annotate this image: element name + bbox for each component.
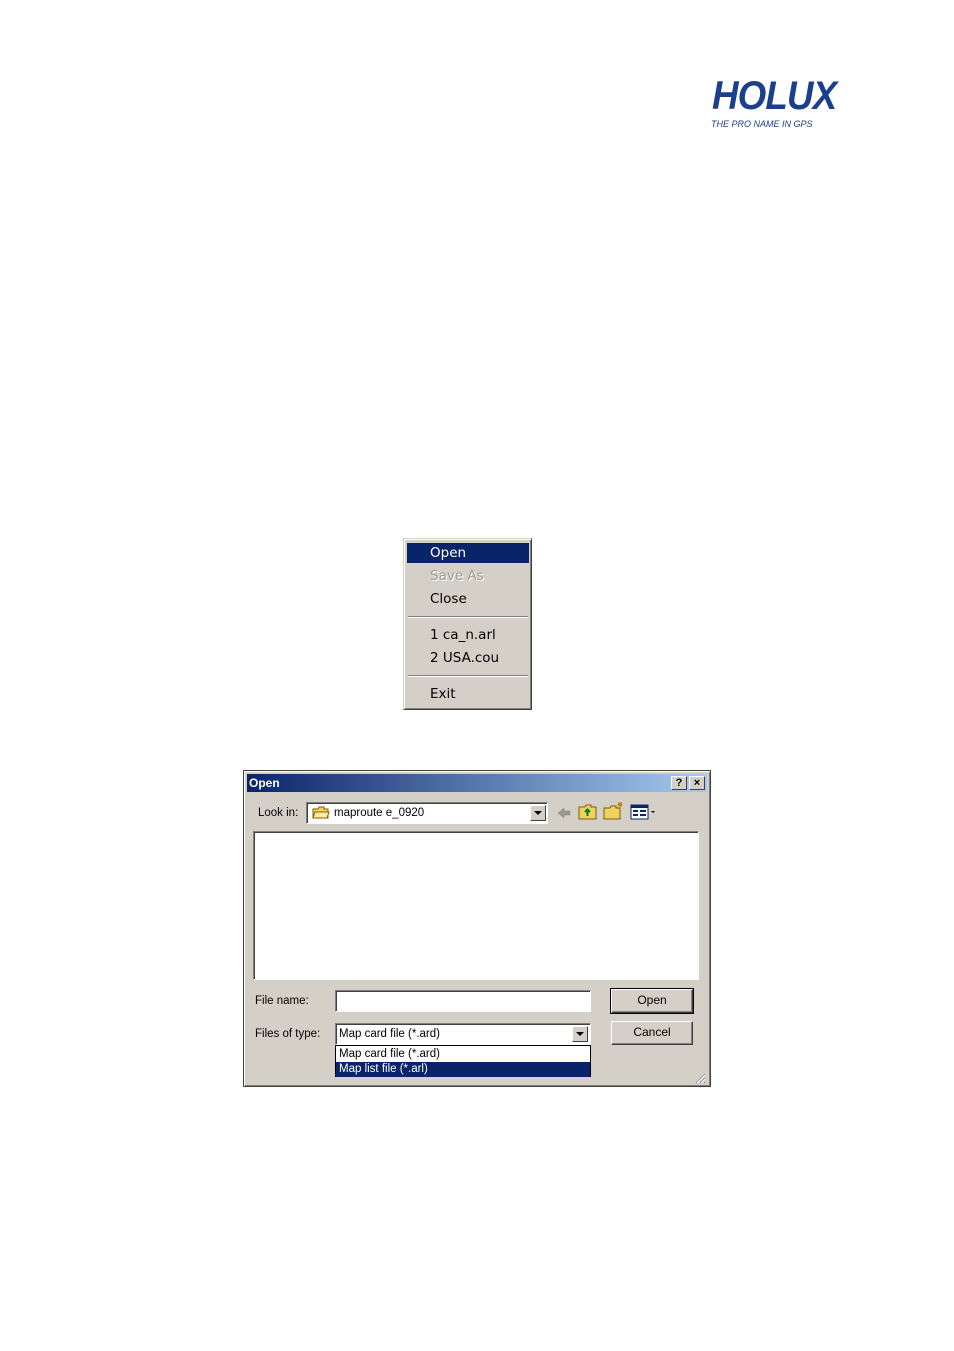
up-folder-icon[interactable] — [578, 803, 598, 821]
files-of-type-select[interactable]: Map card file (*.ard) — [335, 1023, 591, 1045]
file-name-label: File name: — [255, 995, 309, 1007]
look-in-value: maproute e_0920 — [334, 807, 425, 819]
menu-item-exit[interactable]: Exit — [407, 684, 529, 704]
file-list[interactable] — [253, 831, 699, 980]
help-button[interactable]: ? — [671, 776, 687, 790]
open-button[interactable]: Open — [610, 988, 694, 1014]
folder-open-icon — [312, 806, 330, 819]
menu-separator — [408, 616, 528, 618]
file-name-field[interactable] — [335, 990, 591, 1012]
view-menu-icon[interactable] — [630, 804, 658, 820]
menu-item-save-as: Save As — [430, 568, 484, 584]
menu-item-close[interactable]: Close — [407, 589, 529, 609]
new-folder-icon[interactable] — [603, 801, 625, 821]
logo-tagline: THE PRO NAME IN GPS — [711, 119, 813, 129]
files-of-type-list: Map card file (*.ard) Map list file (*.a… — [335, 1045, 591, 1077]
logo-brand: HOLUX — [712, 74, 837, 118]
menu-item-recent-2[interactable]: 2 USA.cou — [407, 648, 529, 668]
close-button[interactable]: × — [689, 776, 705, 790]
menu-item-recent-1[interactable]: 1 ca_n.arl — [407, 625, 529, 645]
menu-item-open[interactable]: Open — [407, 543, 529, 563]
look-in-label: Look in: — [258, 807, 299, 819]
look-in-dropdown-button[interactable] — [530, 805, 546, 821]
back-arrow-icon[interactable] — [556, 806, 572, 820]
files-of-type-value: Map card file (*.ard) — [339, 1028, 440, 1040]
dialog-titlebar: Open ? × — [247, 774, 707, 792]
holux-logo: HOLUX THE PRO NAME IN GPS — [704, 74, 854, 138]
look-in-combo[interactable]: maproute e_0920 — [306, 802, 548, 824]
files-of-type-dropdown-button[interactable] — [572, 1026, 588, 1042]
list-item[interactable]: Map card file (*.ard) — [336, 1047, 590, 1062]
cancel-button[interactable]: Cancel — [611, 1021, 693, 1045]
resize-grip-icon[interactable] — [694, 1072, 706, 1084]
dialog-title: Open — [249, 776, 280, 790]
list-item[interactable]: Map list file (*.arl) — [336, 1062, 590, 1077]
file-menu: Open Save As Close 1 ca_n.arl 2 USA.cou … — [403, 538, 532, 710]
files-of-type-label: Files of type: — [255, 1028, 321, 1040]
menu-separator — [408, 675, 528, 677]
